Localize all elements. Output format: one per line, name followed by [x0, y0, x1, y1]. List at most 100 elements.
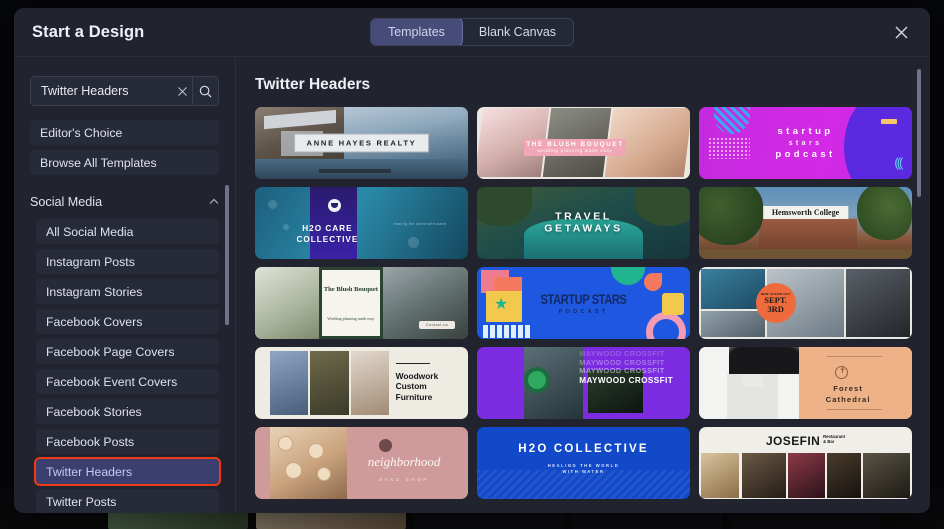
page-title: Twitter Headers — [255, 76, 371, 93]
template-thumbnail: Woodwork Custom Furniture — [255, 347, 468, 419]
template-card-subtitle: Restaurant & Bar — [823, 433, 846, 445]
sidebar-top-nav: Editor's Choice Browse All Templates — [14, 120, 235, 175]
template-card-line2: Cathedral — [825, 394, 871, 404]
template-card-title: H2O COLLECTIVE — [518, 442, 649, 455]
template-card-the-blush-bouquet-wedding[interactable]: The Blush Bouquet Wedding planning made … — [255, 267, 468, 339]
template-card-maywood-crossfit[interactable]: MAYWOOD CROSSFIT MAYWOOD CROSSFIT MAYWOO… — [477, 347, 690, 419]
sidebar-item-all-social-media[interactable]: All Social Media — [36, 219, 219, 244]
template-card-subtitle: Wedding planning made easy — [327, 315, 375, 321]
template-card-line1: H2O CARE — [302, 224, 353, 234]
template-card-caption: healing the world with water — [393, 221, 447, 226]
search-icon[interactable] — [191, 77, 218, 105]
template-card-subtitle: wedding planning made easy — [537, 148, 613, 154]
template-card-title: neighborhood — [367, 454, 441, 470]
sidebar-item-twitter-posts[interactable]: Twitter Posts — [36, 489, 219, 513]
clear-icon[interactable] — [173, 77, 192, 105]
template-card-line2: stars — [788, 139, 823, 147]
chevron-up-icon — [209, 197, 219, 208]
sidebar: Editor's Choice Browse All Templates Soc… — [14, 57, 236, 513]
template-thumbnail: JOSEFIN Restaurant & Bar — [699, 427, 912, 499]
template-thumbnail: H2O CARE COLLECTIVE healing the world wi… — [255, 187, 468, 259]
template-card-startup-stars-podcast-blue[interactable]: ★ STARTUP STARS PODCAST — [477, 267, 690, 339]
template-thumbnail: THE BLUSH BOUQUET wedding planning made … — [477, 107, 690, 179]
template-thumbnail: neighborhood BAKE SHOP — [255, 427, 468, 499]
template-card-title-ghost: MAYWOOD CROSSFIT — [579, 366, 665, 376]
template-card-line1: Forest — [833, 384, 864, 394]
template-card-the-blush-bouquet[interactable]: THE BLUSH BOUQUET wedding planning made … — [477, 107, 690, 179]
template-thumbnail: ((( startup stars podcast — [699, 107, 912, 179]
tab-templates[interactable]: Templates — [370, 19, 463, 45]
sidebar-item-label: Browse All Templates — [40, 155, 157, 170]
template-card-line1: TRAVEL — [555, 210, 612, 223]
sidebar-item-label: Facebook Page Covers — [46, 344, 175, 359]
template-thumbnail: NEW ALBUM OUT SEPT. 3RD — [699, 267, 912, 339]
template-card-line3: podcast — [775, 149, 836, 160]
template-card-line1: startup — [777, 126, 834, 137]
template-thumbnail: ANNE HAYES REALTY — [255, 107, 468, 179]
dialog-title: Start a Design — [32, 22, 145, 41]
start-a-design-dialog: Start a Design Templates Blank Canvas Tw… — [14, 8, 930, 513]
dialog-titlebar: Start a Design Templates Blank Canvas — [14, 8, 930, 57]
template-grid: ANNE HAYES REALTY THE BLUSH BOUQUET wedd… — [255, 107, 930, 499]
gallery-scrollbar[interactable] — [917, 69, 921, 197]
sidebar-item-instagram-stories[interactable]: Instagram Stories — [36, 279, 219, 304]
sidebar-item-facebook-covers[interactable]: Facebook Covers — [36, 309, 219, 334]
template-thumbnail: TRAVEL GETAWAYS — [477, 187, 690, 259]
sidebar-item-label: Facebook Event Covers — [46, 374, 178, 389]
template-thumbnail: MAYWOOD CROSSFIT MAYWOOD CROSSFIT MAYWOO… — [477, 347, 690, 419]
sidebar-item-facebook-page-covers[interactable]: Facebook Page Covers — [36, 339, 219, 364]
template-card-new-album-sept-3rd[interactable]: NEW ALBUM OUT SEPT. 3RD — [699, 267, 912, 339]
template-card-line2: COLLECTIVE — [296, 234, 359, 244]
template-card-subtitle: BAKE SHOP — [379, 477, 430, 483]
template-gallery: Twitter Headers ANNE HAYES REALTY THE BL… — [236, 57, 930, 513]
template-card-anne-hayes-realty[interactable]: ANNE HAYES REALTY — [255, 107, 468, 179]
sidebar-item-instagram-posts[interactable]: Instagram Posts — [36, 249, 219, 274]
template-card-title: The Blush Bouquet — [323, 285, 378, 293]
sidebar-item-label: Twitter Posts — [46, 494, 117, 509]
sidebar-item-editors-choice[interactable]: Editor's Choice — [30, 120, 219, 145]
sidebar-item-label: Editor's Choice — [40, 125, 123, 140]
template-card-hemsworth-college[interactable]: Hemsworth College — [699, 187, 912, 259]
template-card-h2o-collective[interactable]: H2O COLLECTIVE HEALING THE WORLD WITH WA… — [477, 427, 690, 499]
mode-tabs: Templates Blank Canvas — [369, 18, 575, 46]
sidebar-scrollbar[interactable] — [225, 185, 229, 325]
template-thumbnail: H2O COLLECTIVE HEALING THE WORLD WITH WA… — [477, 427, 690, 499]
search-input[interactable] — [31, 77, 173, 105]
sidebar-social-media-items: All Social Media Instagram Posts Instagr… — [14, 219, 235, 513]
template-card-title-ghost: MAYWOOD CROSSFIT — [579, 349, 665, 359]
template-card-travel-getaways[interactable]: TRAVEL GETAWAYS — [477, 187, 690, 259]
template-card-subtitle: PODCAST — [558, 309, 609, 315]
template-card-josefin-restaurant-bar[interactable]: JOSEFIN Restaurant & Bar — [699, 427, 912, 499]
template-card-neighborhood-bake-shop[interactable]: neighborhood BAKE SHOP — [255, 427, 468, 499]
search-bar — [30, 76, 219, 106]
sidebar-item-label: Twitter Headers — [46, 464, 133, 479]
sidebar-group-social-media[interactable]: Social Media — [30, 191, 219, 213]
template-card-startup-stars-podcast-magenta[interactable]: ((( startup stars podcast — [699, 107, 912, 179]
template-card-h2o-care-collective[interactable]: H2O CARE COLLECTIVE healing the world wi… — [255, 187, 468, 259]
template-card-forest-cathedral[interactable]: Forest Cathedral — [699, 347, 912, 419]
sidebar-item-label: Instagram Stories — [46, 284, 143, 299]
sidebar-item-facebook-event-covers[interactable]: Facebook Event Covers — [36, 369, 219, 394]
template-card-title: MAYWOOD CROSSFIT — [579, 375, 674, 385]
template-card-title: THE BLUSH BOUQUET — [526, 141, 624, 149]
template-card-title: Woodwork Custom Furniture — [395, 370, 439, 402]
template-card-woodwork-custom-furniture[interactable]: Woodwork Custom Furniture — [255, 347, 468, 419]
sidebar-item-facebook-posts[interactable]: Facebook Posts — [36, 429, 219, 454]
sidebar-item-facebook-stories[interactable]: Facebook Stories — [36, 399, 219, 424]
sidebar-group-label: Social Media — [30, 195, 103, 209]
template-card-title: Hemsworth College — [762, 205, 849, 219]
template-thumbnail: The Blush Bouquet Wedding planning made … — [255, 267, 468, 339]
sidebar-item-label: All Social Media — [46, 224, 134, 239]
template-card-title: JOSEFIN — [765, 434, 821, 449]
template-thumbnail: Hemsworth College — [699, 187, 912, 259]
tab-blank-canvas[interactable]: Blank Canvas — [462, 19, 573, 45]
sidebar-item-twitter-headers[interactable]: Twitter Headers — [34, 457, 221, 486]
template-card-title: STARTUP STARS — [540, 291, 627, 307]
sidebar-item-browse-all-templates[interactable]: Browse All Templates — [30, 150, 219, 175]
template-card-line2: 3RD — [767, 304, 784, 314]
close-icon[interactable] — [888, 19, 914, 45]
sidebar-item-label: Facebook Covers — [46, 314, 143, 329]
sidebar-item-label: Facebook Stories — [46, 404, 142, 419]
template-card-pill: Contact us — [419, 320, 456, 329]
template-card-subtitle: HEALING THE WORLD WITH WATER — [547, 463, 620, 475]
